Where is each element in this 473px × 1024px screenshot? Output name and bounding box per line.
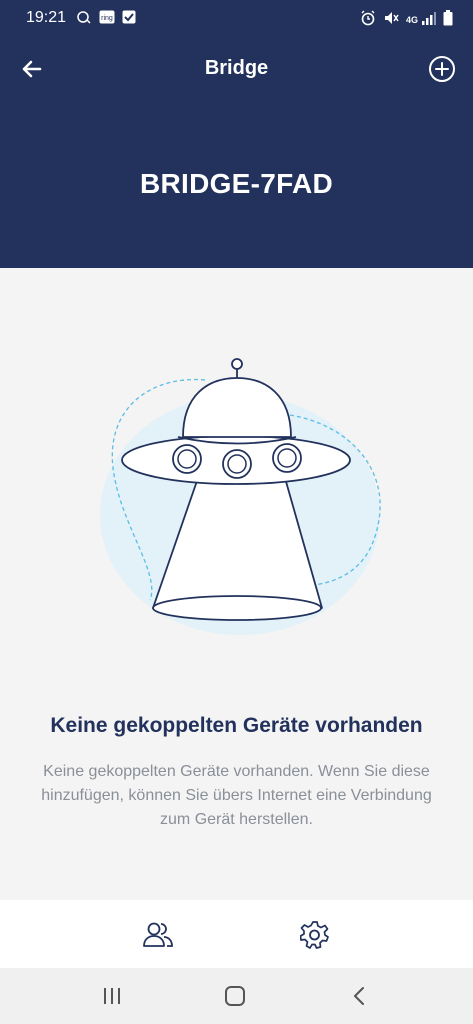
status-right-icons: 4G [360,10,453,26]
network-label: 4G [405,15,418,25]
top-app-bar: Bridge [0,46,473,92]
settings-icon[interactable] [300,920,330,950]
home-icon[interactable] [222,985,248,1007]
device-name: BRIDGE-7FAD [139,168,334,199]
back-icon[interactable] [348,985,370,1007]
notification-icon [77,11,91,24]
ring-app-icon: ring [99,10,115,24]
status-bar: 19:21 ring 4G [0,0,473,36]
page-title: Bridge [204,57,269,79]
system-navigation-bar [0,968,473,1024]
ufo-beam-base [152,595,322,621]
ufo-antenna-tip [231,358,243,370]
status-time: 19:21 [26,9,67,26]
recent-apps-icon[interactable] [100,985,124,1007]
svg-text:ring: ring [101,15,113,22]
empty-state-title: Keine gekoppelten Geräte vorhanden [50,714,423,737]
checkbox-icon [122,10,136,24]
status-left-icons: ring [76,10,136,24]
signal-4g-icon: 4G [406,11,436,25]
bottom-navigation [0,900,473,968]
users-icon[interactable] [142,920,174,950]
battery-icon [443,10,453,26]
empty-state-description: Keine gekoppelten Geräte vorhanden. Wenn… [41,763,432,828]
add-circle-icon[interactable] [427,54,457,84]
mute-icon [384,12,399,24]
header: 19:21 ring 4G Bridge BRIDGE-7FAD [0,0,473,268]
ufo-illustration [100,358,381,635]
alarm-icon [361,10,375,26]
ufo-dome [182,377,292,438]
